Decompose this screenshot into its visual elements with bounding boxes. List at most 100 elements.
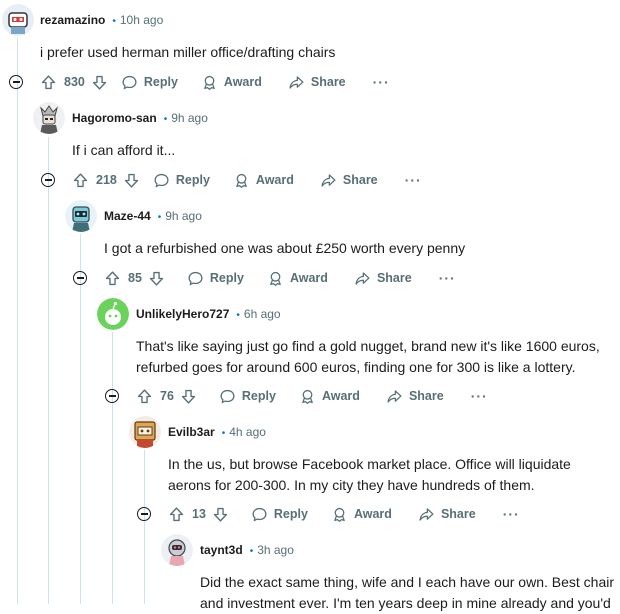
author-name[interactable]: taynt3d xyxy=(200,543,243,557)
reply-button[interactable]: Reply xyxy=(251,506,308,523)
score: 830 xyxy=(64,75,85,89)
award-icon xyxy=(334,507,345,522)
reply-icon xyxy=(220,389,235,404)
comment-actions: 13 Reply Award Share ··· xyxy=(168,502,520,526)
upvote-button[interactable] xyxy=(72,172,89,189)
comment-actions: 218 Reply Award Share ··· xyxy=(72,168,422,192)
avatar[interactable] xyxy=(97,298,129,330)
award-button[interactable]: Award xyxy=(267,270,328,287)
dot-separator: • xyxy=(157,212,162,223)
timestamp[interactable]: 6h ago xyxy=(244,307,281,321)
comment-line: In the us, but browse Facebook market pl… xyxy=(168,456,571,472)
thread-line[interactable] xyxy=(17,38,18,604)
share-button[interactable]: Share xyxy=(288,74,346,91)
dot-separator: • xyxy=(236,310,240,321)
downvote-icon xyxy=(92,75,106,90)
upvote-button[interactable] xyxy=(40,74,57,91)
share-button[interactable]: Share xyxy=(320,172,378,189)
collapse-button[interactable] xyxy=(105,389,119,403)
award-button[interactable]: Award xyxy=(331,506,392,523)
reply-button[interactable]: Reply xyxy=(153,172,210,189)
more-options-button[interactable]: ··· xyxy=(503,506,520,522)
avatar[interactable] xyxy=(129,416,161,448)
comment-body: I got a refurbished one was about £250 w… xyxy=(104,238,465,259)
downvote-button[interactable] xyxy=(91,74,108,91)
author-name[interactable]: Hagoromo-san xyxy=(72,111,157,125)
award-label: Award xyxy=(223,75,262,89)
author-name[interactable]: Maze-44 xyxy=(104,209,151,223)
award-label: Award xyxy=(289,271,328,285)
thread-line[interactable] xyxy=(80,234,81,604)
comment-meta: Hagoromo-san • 9h ago xyxy=(72,108,208,128)
downvote-button[interactable] xyxy=(212,506,229,523)
award-button[interactable]: Award xyxy=(233,172,294,189)
thread-line[interactable] xyxy=(48,137,49,604)
comment-actions: 830 Reply Award Share ··· xyxy=(40,70,390,94)
reply-button[interactable]: Reply xyxy=(219,388,276,405)
comment-line: Did the exact same thing, wife and I eac… xyxy=(200,574,615,590)
comment-actions: 85 Reply Award Share ··· xyxy=(104,266,456,290)
more-options-button[interactable]: ··· xyxy=(373,74,390,90)
reply-label: Reply xyxy=(209,271,244,285)
reply-icon xyxy=(252,507,267,522)
avatar[interactable] xyxy=(65,200,97,232)
downvote-button[interactable] xyxy=(148,270,165,287)
reply-button[interactable]: Reply xyxy=(187,270,244,287)
downvote-button[interactable] xyxy=(180,388,197,405)
upvote-icon xyxy=(137,388,152,403)
comment-line: That's like saying just go find a gold n… xyxy=(136,338,600,354)
award-button[interactable]: Award xyxy=(201,74,262,91)
upvote-button[interactable] xyxy=(168,506,185,523)
timestamp[interactable]: 9h ago xyxy=(171,111,208,125)
author-name[interactable]: Evilb3ar xyxy=(168,425,215,439)
upvote-icon xyxy=(105,270,120,285)
upvote-icon xyxy=(169,506,184,521)
collapse-button[interactable] xyxy=(41,173,55,187)
avatar[interactable] xyxy=(2,4,34,36)
more-options-button[interactable]: ··· xyxy=(439,270,456,286)
reply-button[interactable]: Reply xyxy=(121,74,178,91)
reply-label: Reply xyxy=(143,75,178,89)
comment-line: I got a refurbished one was about £250 w… xyxy=(104,240,466,256)
comment-meta: Evilb3ar • 4h ago xyxy=(168,422,266,442)
upvote-button[interactable] xyxy=(104,270,121,287)
share-label: Share xyxy=(342,173,378,187)
reply-label: Reply xyxy=(241,389,276,403)
upvote-button[interactable] xyxy=(136,388,153,405)
share-icon xyxy=(387,389,402,403)
upvote-icon xyxy=(41,74,56,89)
share-icon xyxy=(289,75,304,89)
timestamp[interactable]: 9h ago xyxy=(165,209,202,223)
collapse-button[interactable] xyxy=(73,271,87,285)
share-button[interactable]: Share xyxy=(354,270,412,287)
comment-body: i prefer used herman miller office/draft… xyxy=(40,42,335,63)
more-options-button[interactable]: ··· xyxy=(405,172,422,188)
downvote-button[interactable] xyxy=(123,172,140,189)
timestamp[interactable]: 3h ago xyxy=(257,543,294,557)
thread-line[interactable] xyxy=(144,450,145,604)
share-icon xyxy=(419,507,434,521)
avatar[interactable] xyxy=(33,102,65,134)
more-options-button[interactable]: ··· xyxy=(471,388,488,404)
timestamp[interactable]: 10h ago xyxy=(120,13,163,27)
comment-meta: rezamazino • 10h ago xyxy=(40,10,163,30)
timestamp[interactable]: 4h ago xyxy=(229,425,266,439)
author-name[interactable]: UnlikelyHero727 xyxy=(136,307,229,321)
comment-line: If i can afford it... xyxy=(72,142,176,158)
author-name[interactable]: rezamazino xyxy=(40,13,105,27)
award-label: Award xyxy=(353,507,392,521)
collapse-button[interactable] xyxy=(137,507,151,521)
award-button[interactable]: Award xyxy=(299,388,360,405)
share-button[interactable]: Share xyxy=(386,388,444,405)
dot-separator: • xyxy=(163,114,168,125)
collapse-button[interactable] xyxy=(9,75,23,89)
award-icon xyxy=(236,173,247,188)
comment-body: Did the exact same thing, wife and I eac… xyxy=(200,572,614,614)
downvote-icon xyxy=(149,271,164,286)
downvote-icon xyxy=(124,173,138,188)
reply-label: Reply xyxy=(175,173,210,187)
comment-body: In the us, but browse Facebook market pl… xyxy=(168,454,571,496)
share-button[interactable]: Share xyxy=(418,506,476,523)
thread-line[interactable] xyxy=(112,332,113,604)
avatar[interactable] xyxy=(161,534,193,566)
